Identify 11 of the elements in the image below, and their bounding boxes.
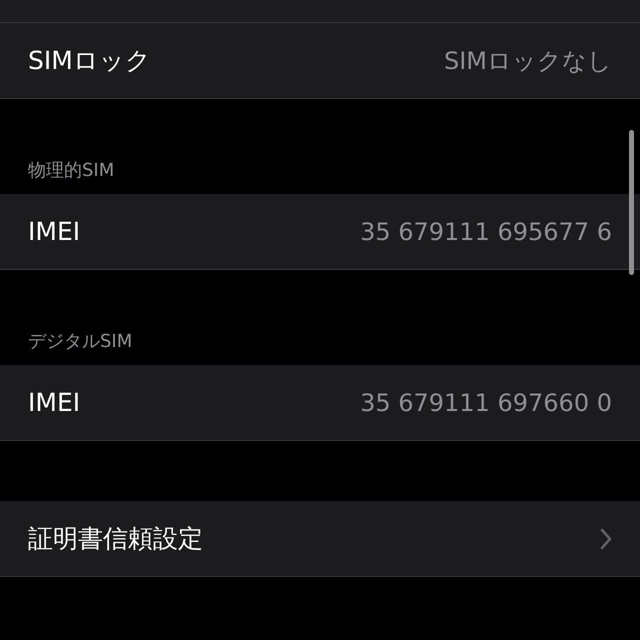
row-label: 証明書信頼設定 [28,523,203,555]
chevron-icon [600,528,612,550]
row-value: 35 679111 697660 0 [360,388,612,416]
section-header: 物理的SIM [28,159,114,182]
row-label: IMEI [28,388,80,417]
row-label: IMEI [28,217,80,246]
row-value: SIMロックなし [444,46,612,76]
settings-row[interactable]: 証明書信頼設定 [0,501,640,577]
row-value: 35 679111 695677 6 [360,218,612,246]
row-label: SIMロック [28,45,151,77]
section-header: デジタルSIM [28,330,132,353]
